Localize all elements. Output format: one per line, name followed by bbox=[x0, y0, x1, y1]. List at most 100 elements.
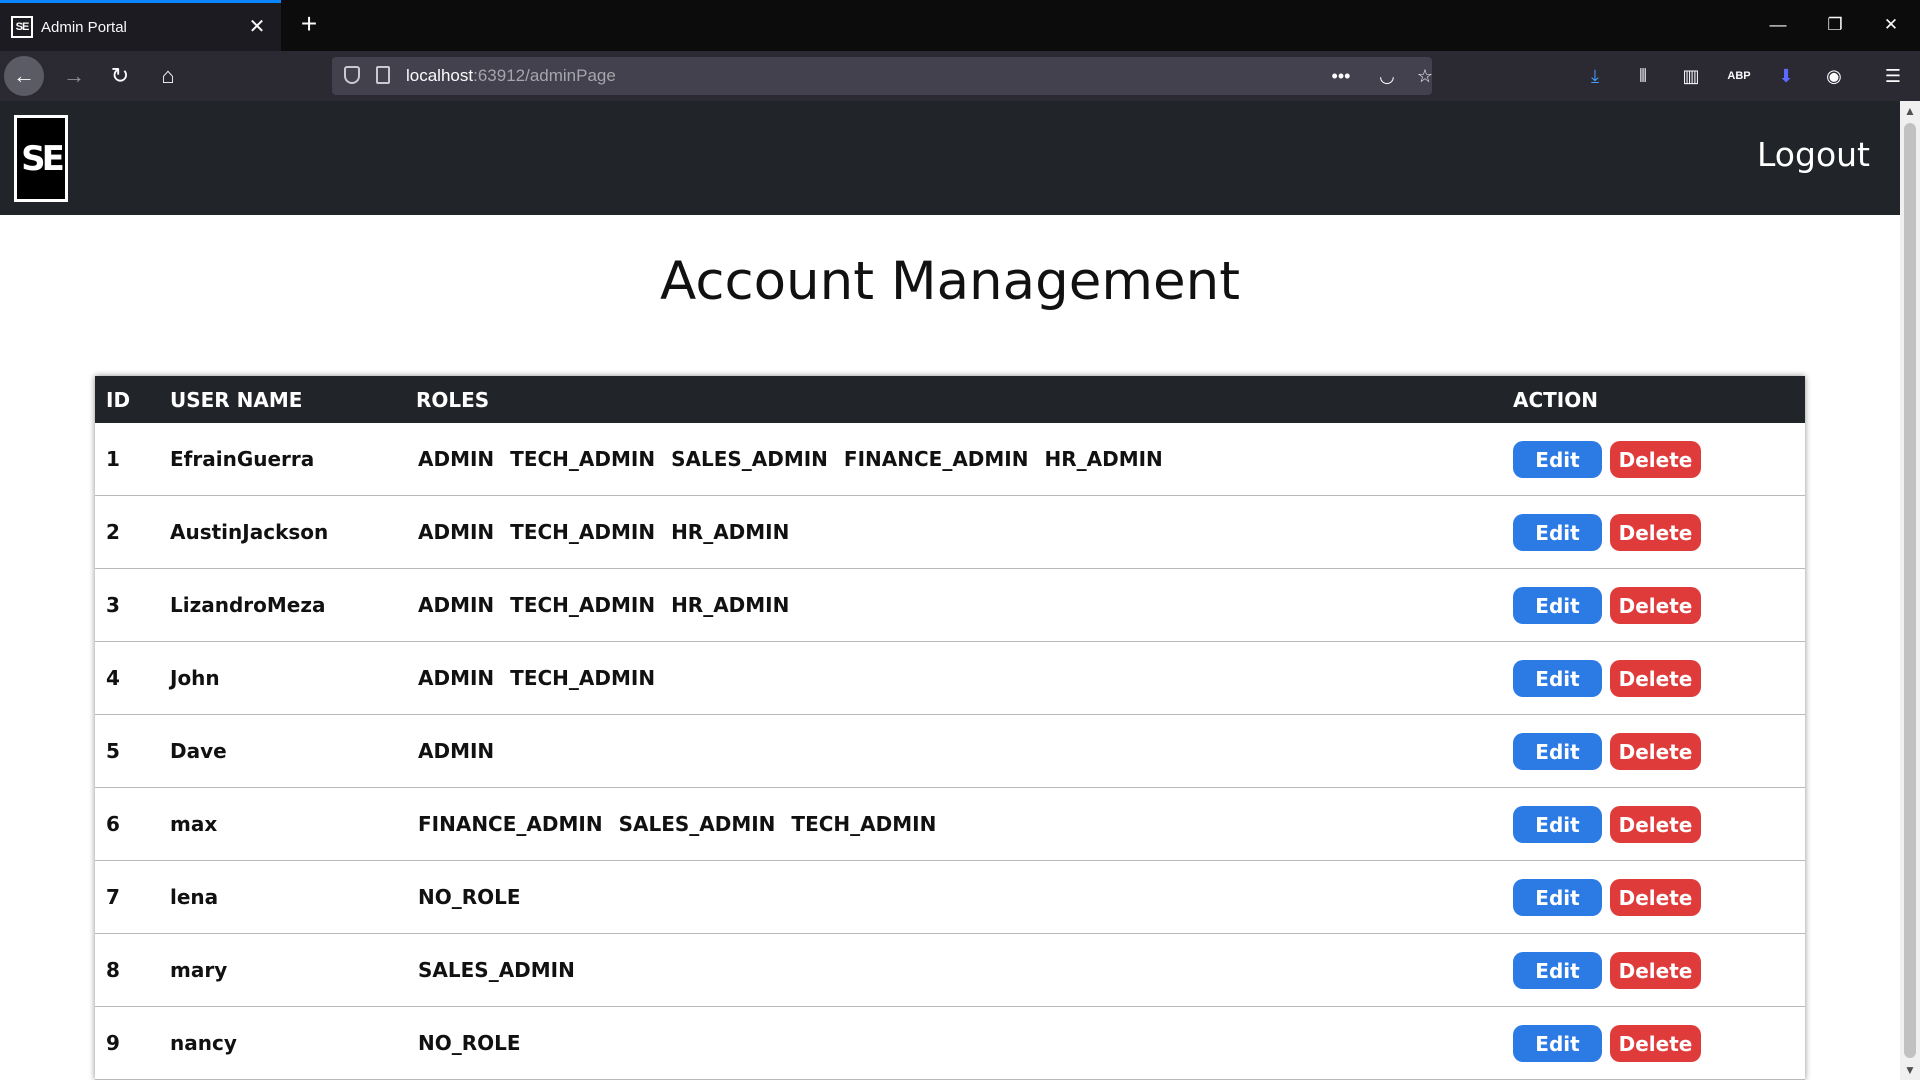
cell-roles: FINANCE_ADMIN SALES_ADMIN TECH_ADMIN bbox=[418, 812, 936, 836]
url-bar[interactable]: localhost:63912/adminPage ••• ◡ ☆ bbox=[332, 57, 1433, 95]
cell-username: max bbox=[170, 812, 218, 836]
logo[interactable]: SE bbox=[14, 115, 68, 202]
adblock-icon[interactable]: ABP bbox=[1726, 63, 1752, 89]
delete-button[interactable]: Delete bbox=[1610, 952, 1701, 989]
back-button[interactable]: ← bbox=[4, 56, 44, 96]
bookmark-star-icon[interactable]: ☆ bbox=[1412, 63, 1438, 89]
cell-roles: ADMIN TECH_ADMIN HR_ADMIN bbox=[418, 593, 789, 617]
edit-button[interactable]: Edit bbox=[1513, 879, 1602, 916]
cell-roles: SALES_ADMIN bbox=[418, 958, 575, 982]
extension-download-icon[interactable]: ⬇ bbox=[1773, 63, 1799, 89]
logo-mark: SE bbox=[17, 118, 65, 199]
column-header-roles: ROLES bbox=[416, 388, 490, 412]
browser-tab-bar: SE Admin Portal ✕ + — ❐ ✕ bbox=[0, 0, 1920, 51]
downloads-icon[interactable]: ⤓ bbox=[1582, 63, 1608, 89]
role-badge: NO_ROLE bbox=[418, 885, 521, 909]
accounts-table: ID USER NAME ROLES ACTION 1 EfrainGuerra A… bbox=[95, 376, 1805, 1080]
table-row: 2 AustinJackson ADMIN TECH_ADMIN HR_ADMIN Edi… bbox=[95, 496, 1805, 569]
app-header: SE Logout bbox=[0, 101, 1900, 215]
cell-id: 6 bbox=[106, 812, 120, 836]
cell-id: 1 bbox=[106, 447, 120, 471]
cell-username: AustinJackson bbox=[170, 520, 329, 544]
close-tab-icon[interactable]: ✕ bbox=[245, 14, 269, 38]
cell-username: EfrainGuerra bbox=[170, 447, 315, 471]
delete-button[interactable]: Delete bbox=[1610, 733, 1701, 770]
close-window-icon[interactable]: ✕ bbox=[1876, 10, 1906, 40]
edit-button[interactable]: Edit bbox=[1513, 660, 1602, 697]
role-badge: TECH_ADMIN bbox=[510, 666, 656, 690]
account-icon[interactable]: ◉ bbox=[1821, 63, 1847, 89]
home-button[interactable]: ⌂ bbox=[148, 56, 188, 96]
role-badge: FINANCE_ADMIN bbox=[843, 447, 1029, 471]
edit-button[interactable]: Edit bbox=[1513, 514, 1602, 551]
role-badge: HR_ADMIN bbox=[671, 520, 790, 544]
table-row: 5 Dave ADMIN Edit Delete bbox=[95, 715, 1805, 788]
reload-button[interactable]: ↻ bbox=[100, 56, 140, 96]
scroll-up-icon[interactable]: ▲ bbox=[1900, 101, 1920, 121]
role-badge: ADMIN bbox=[418, 739, 495, 763]
delete-button[interactable]: Delete bbox=[1610, 806, 1701, 843]
table-row: 7 lena NO_ROLE Edit Delete bbox=[95, 861, 1805, 934]
edit-button[interactable]: Edit bbox=[1513, 587, 1602, 624]
minimize-icon[interactable]: — bbox=[1763, 10, 1793, 40]
cell-username: nancy bbox=[170, 1031, 237, 1055]
column-header-action: ACTION bbox=[1513, 388, 1598, 412]
library-icon[interactable]: ⫴ bbox=[1630, 63, 1656, 89]
new-tab-button[interactable]: + bbox=[294, 8, 324, 39]
tab-title: Admin Portal bbox=[41, 18, 127, 36]
cell-username: Dave bbox=[170, 739, 227, 763]
cell-id: 7 bbox=[106, 885, 120, 909]
role-badge: ADMIN bbox=[418, 520, 495, 544]
role-badge: ADMIN bbox=[418, 447, 495, 471]
tracking-shield-icon[interactable] bbox=[344, 66, 360, 84]
vertical-scrollbar[interactable]: ▲ ▼ bbox=[1900, 101, 1920, 1080]
cell-roles: ADMIN TECH_ADMIN HR_ADMIN bbox=[418, 520, 789, 544]
url-text[interactable]: localhost:63912/adminPage bbox=[406, 66, 616, 86]
cell-id: 8 bbox=[106, 958, 120, 982]
role-badge: ADMIN bbox=[418, 666, 495, 690]
page-title: Account Management bbox=[660, 251, 1240, 312]
edit-button[interactable]: Edit bbox=[1513, 441, 1602, 478]
table-row: 1 EfrainGuerra ADMIN TECH_ADMIN SALES_ADMIN F… bbox=[95, 423, 1805, 496]
menu-icon[interactable]: ☰ bbox=[1880, 63, 1906, 89]
edit-button[interactable]: Edit bbox=[1513, 733, 1602, 770]
cell-roles: ADMIN bbox=[418, 739, 494, 763]
cell-id: 2 bbox=[106, 520, 120, 544]
role-badge: HR_ADMIN bbox=[671, 593, 790, 617]
url-host: localhost bbox=[406, 66, 474, 85]
scroll-down-icon[interactable]: ▼ bbox=[1900, 1060, 1920, 1080]
scroll-thumb[interactable] bbox=[1904, 123, 1916, 1058]
cell-roles: NO_ROLE bbox=[418, 1031, 521, 1055]
column-header-id: ID bbox=[106, 388, 131, 412]
delete-button[interactable]: Delete bbox=[1610, 514, 1701, 551]
sidebar-icon[interactable]: ▥ bbox=[1678, 63, 1704, 89]
role-badge: TECH_ADMIN bbox=[510, 447, 656, 471]
logout-link[interactable]: Logout bbox=[1757, 135, 1870, 174]
role-badge: FINANCE_ADMIN bbox=[418, 812, 603, 836]
role-badge: HR_ADMIN bbox=[1044, 447, 1163, 471]
forward-button[interactable]: → bbox=[54, 56, 94, 96]
delete-button[interactable]: Delete bbox=[1610, 879, 1701, 916]
role-badge: TECH_ADMIN bbox=[510, 593, 656, 617]
tab-favicon-icon: SE bbox=[11, 16, 33, 38]
restore-icon[interactable]: ❐ bbox=[1820, 10, 1850, 40]
delete-button[interactable]: Delete bbox=[1610, 441, 1701, 478]
delete-button[interactable]: Delete bbox=[1610, 1025, 1701, 1062]
role-badge: SALES_ADMIN bbox=[418, 958, 575, 982]
table-header: ID USER NAME ROLES ACTION bbox=[95, 376, 1805, 423]
delete-button[interactable]: Delete bbox=[1610, 660, 1701, 697]
edit-button[interactable]: Edit bbox=[1513, 1025, 1602, 1062]
page-actions-icon[interactable]: ••• bbox=[1328, 63, 1354, 89]
table-row: 6 max FINANCE_ADMIN SALES_ADMIN TECH_ADMIN Ed… bbox=[95, 788, 1805, 861]
edit-button[interactable]: Edit bbox=[1513, 952, 1602, 989]
cell-roles: NO_ROLE bbox=[418, 885, 521, 909]
edit-button[interactable]: Edit bbox=[1513, 806, 1602, 843]
pocket-icon[interactable]: ◡ bbox=[1374, 63, 1400, 89]
browser-toolbar: ← → ↻ ⌂ localhost:63912/adminPage ••• ◡ … bbox=[0, 51, 1920, 101]
cell-id: 9 bbox=[106, 1031, 120, 1055]
delete-button[interactable]: Delete bbox=[1610, 587, 1701, 624]
table-row: 9 nancy NO_ROLE Edit Delete bbox=[95, 1007, 1805, 1080]
column-header-username: USER NAME bbox=[170, 388, 303, 412]
page-info-icon[interactable] bbox=[376, 66, 390, 84]
browser-tab-active[interactable]: SE Admin Portal ✕ bbox=[0, 0, 281, 51]
